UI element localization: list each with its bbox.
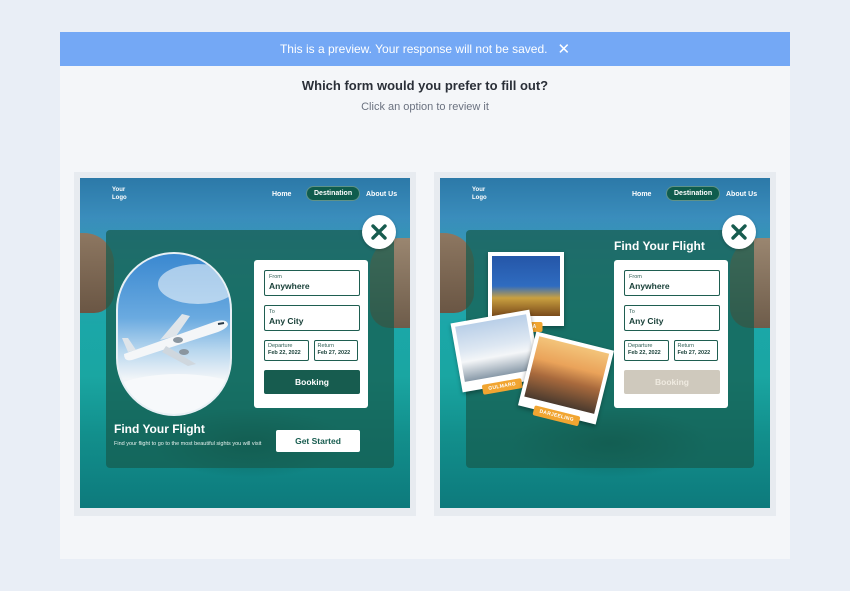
booking-form: From Anywhere To Any City Departure Feb … (254, 260, 368, 408)
option-a-title: Find Your Flight (114, 422, 205, 436)
get-started-button[interactable]: Get Started (276, 430, 360, 452)
close-icon[interactable] (722, 215, 756, 249)
nav-home: Home (632, 191, 652, 198)
nav-logo: Your Logo (112, 187, 127, 201)
to-value: Any City (629, 316, 664, 326)
preview-page: This is a preview. Your response will no… (60, 32, 790, 559)
departure-field[interactable]: Departure Feb 22, 2022 (624, 340, 669, 361)
nav-destination: Destination (306, 186, 361, 201)
return-field[interactable]: Return Feb 27, 2022 (673, 340, 718, 361)
question-title: Which form would you prefer to fill out? (301, 78, 549, 93)
from-label: From (269, 274, 282, 280)
departure-label: Departure (628, 343, 653, 349)
close-icon[interactable]: ✕ (557, 42, 570, 57)
option-b-card: Your Logo Home Destination About Us Find… (440, 178, 770, 508)
nav-about: About Us (726, 191, 758, 198)
booking-button[interactable]: Booking (624, 370, 720, 394)
nav-about: About Us (366, 191, 398, 198)
option-a[interactable]: Your Logo Home Destination About Us From… (74, 172, 416, 516)
to-value: Any City (269, 316, 304, 326)
option-a-subtitle: Find your flight to go to the most beaut… (114, 441, 262, 447)
shimla-image (492, 256, 560, 316)
departure-field[interactable]: Departure Feb 22, 2022 (264, 340, 309, 361)
darjeeling-image (524, 336, 610, 414)
return-value: Feb 27, 2022 (317, 350, 351, 356)
banner-text: This is a preview. Your response will no… (279, 42, 548, 56)
from-field[interactable]: From Anywhere (624, 270, 720, 296)
return-value: Feb 27, 2022 (677, 350, 711, 356)
departure-value: Feb 22, 2022 (268, 350, 301, 356)
airplane-image (116, 252, 232, 416)
to-field[interactable]: To Any City (264, 305, 360, 331)
from-field[interactable]: From Anywhere (264, 270, 360, 296)
airplane-icon (122, 314, 228, 366)
from-value: Anywhere (269, 281, 310, 291)
return-field[interactable]: Return Feb 27, 2022 (313, 340, 358, 361)
option-b[interactable]: Your Logo Home Destination About Us Find… (434, 172, 776, 516)
option-b-title: Find Your Flight (614, 239, 705, 253)
return-label: Return (317, 343, 335, 349)
option-a-card: Your Logo Home Destination About Us From… (80, 178, 410, 508)
gulmarg-image (455, 314, 536, 382)
departure-value: Feb 22, 2022 (628, 350, 661, 356)
from-label: From (629, 274, 642, 280)
close-icon[interactable] (362, 215, 396, 249)
from-value: Anywhere (629, 281, 670, 291)
question-hint: Click an option to review it (361, 101, 489, 113)
preview-banner: This is a preview. Your response will no… (60, 32, 790, 66)
to-label: To (629, 309, 635, 315)
to-label: To (269, 309, 275, 315)
booking-form: From Anywhere To Any City Departure Feb … (614, 260, 728, 408)
return-label: Return (677, 343, 695, 349)
booking-button[interactable]: Booking (264, 370, 360, 394)
nav-home: Home (272, 191, 292, 198)
to-field[interactable]: To Any City (624, 305, 720, 331)
departure-label: Departure (268, 343, 293, 349)
nav-logo: Your Logo (472, 187, 487, 201)
nav-destination: Destination (666, 186, 721, 201)
